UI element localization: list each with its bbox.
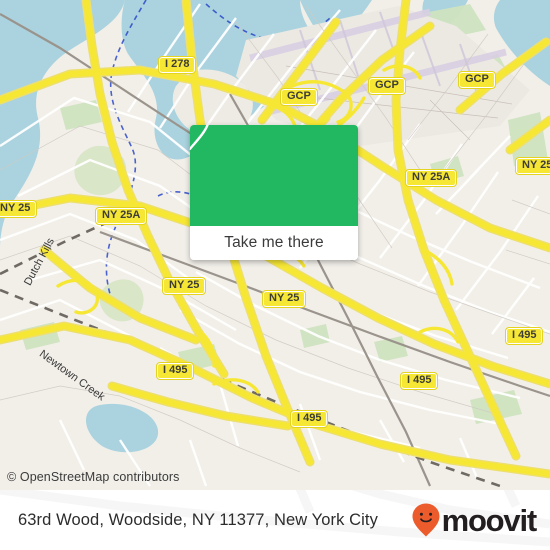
road-shield[interactable]: I 495 [504, 327, 544, 345]
footer-bar: 63rd Wood, Woodside, NY 11377, New York … [0, 490, 550, 550]
road-shield[interactable]: I 495 [155, 362, 195, 380]
osm-attribution: © OpenStreetMap contributors [7, 470, 180, 484]
road-shield[interactable]: I 495 [399, 372, 439, 390]
take-me-there-label: Take me there [224, 234, 324, 251]
road-shield[interactable]: NY 25A [94, 207, 148, 225]
card-pin-area [190, 125, 358, 226]
location-pin-icon [190, 125, 209, 151]
address-label: 63rd Wood, Woodside, NY 11377, New York … [18, 510, 378, 529]
road-shield[interactable]: NY 25 [161, 277, 207, 295]
road-shield[interactable]: NY 25A [514, 157, 550, 175]
road-shield[interactable]: NY 25A [404, 169, 458, 187]
road-shield[interactable]: GCP [458, 71, 496, 89]
road-shield[interactable]: GCP [368, 77, 406, 95]
moovit-logo[interactable]: moovit [411, 502, 538, 538]
map-preview-screen: I 278 GCP GCP GCP NY 25A NY 25A NY 25 NY… [0, 0, 550, 550]
map-canvas[interactable]: I 278 GCP GCP GCP NY 25A NY 25A NY 25 NY… [0, 0, 550, 490]
road-shield[interactable]: NY 25 [0, 200, 38, 218]
destination-popup-card[interactable]: Take me there [190, 125, 358, 260]
moovit-smiley-pin-icon [412, 503, 440, 537]
take-me-there-button[interactable]: Take me there [190, 226, 358, 260]
road-shield[interactable]: I 278 [157, 56, 197, 74]
moovit-wordmark: moovit [441, 502, 538, 538]
road-shield[interactable]: GCP [280, 88, 318, 106]
road-shield[interactable]: I 495 [289, 410, 329, 428]
road-shield[interactable]: NY 25 [261, 290, 307, 308]
